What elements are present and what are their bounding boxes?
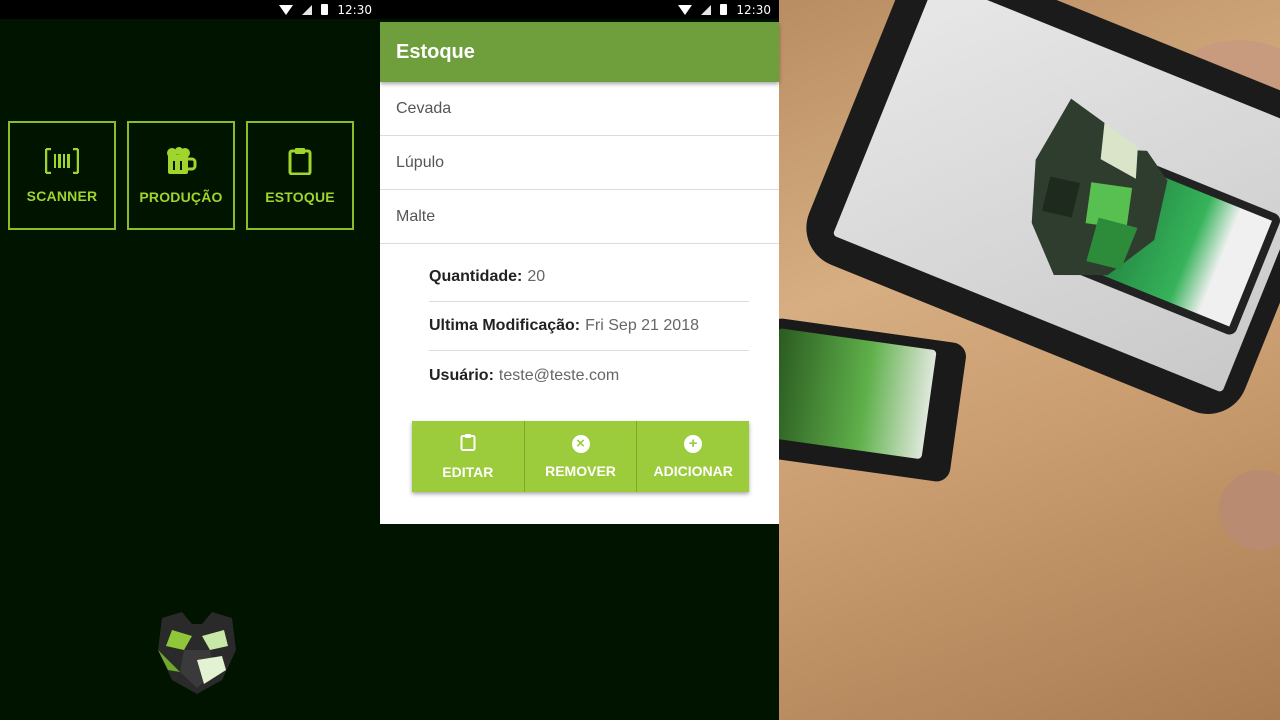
add-circle-icon: + bbox=[684, 434, 703, 453]
quantity-label: Quantidade: bbox=[429, 268, 523, 285]
quantity-row: Quantidade: 20 bbox=[429, 253, 749, 302]
modified-value: Fri Sep 21 2018 bbox=[585, 317, 699, 334]
stock-label: ESTOQUE bbox=[265, 188, 335, 205]
wolf-logo bbox=[158, 612, 236, 694]
scanner-label: SCANNER bbox=[26, 187, 98, 204]
remove-button[interactable]: × REMOVER bbox=[524, 421, 638, 492]
stock-list-sheet: Cevada Lúpulo Malte Quantidade: 20 Ultim… bbox=[380, 82, 779, 524]
list-item-cevada[interactable]: Cevada bbox=[380, 82, 779, 136]
clipboard-icon bbox=[288, 147, 312, 175]
home-screen: 12:30 SCANNER PRODUÇÃO ESTOQUE bbox=[0, 0, 380, 720]
edit-label: EDITAR bbox=[442, 464, 494, 480]
close-circle-icon: × bbox=[571, 434, 590, 453]
barcode-icon bbox=[45, 147, 79, 174]
action-bar: EDITAR × REMOVER + ADICIONAR bbox=[412, 421, 750, 492]
beer-mug-icon bbox=[165, 146, 197, 175]
quantity-value: 20 bbox=[527, 268, 546, 285]
edit-button[interactable]: EDITAR bbox=[412, 421, 525, 492]
status-bar: 12:30 bbox=[380, 0, 779, 19]
add-button[interactable]: + ADICIONAR bbox=[637, 421, 750, 492]
background-phone-screen bbox=[779, 328, 937, 460]
stock-screen: 12:30 Estoque Cevada Lúpulo Malte Quanti… bbox=[380, 0, 779, 720]
production-button[interactable]: PRODUÇÃO bbox=[127, 121, 235, 230]
item-details: Quantidade: 20 Ultima Modificação: Fri S… bbox=[429, 253, 749, 400]
list-item-lupulo[interactable]: Lúpulo bbox=[380, 136, 779, 190]
wifi-icon bbox=[279, 4, 294, 15]
status-bar: 12:30 bbox=[0, 0, 380, 19]
signal-icon bbox=[701, 4, 712, 15]
user-row: Usuário: teste@teste.com bbox=[429, 351, 749, 400]
scanner-button[interactable]: SCANNER bbox=[8, 121, 116, 230]
production-label: PRODUÇÃO bbox=[139, 188, 223, 205]
thumb bbox=[1219, 470, 1280, 550]
status-time: 12:30 bbox=[736, 2, 771, 17]
modified-label: Ultima Modificação: bbox=[429, 317, 581, 334]
status-time: 12:30 bbox=[337, 2, 372, 17]
remove-label: REMOVER bbox=[545, 462, 616, 479]
background-phone bbox=[779, 316, 968, 484]
signal-icon bbox=[302, 4, 313, 15]
wifi-icon bbox=[678, 4, 693, 15]
modified-row: Ultima Modificação: Fri Sep 21 2018 bbox=[429, 302, 749, 351]
stock-button[interactable]: ESTOQUE bbox=[246, 121, 354, 230]
user-label: Usuário: bbox=[429, 366, 494, 384]
ar-photo bbox=[779, 0, 1280, 720]
clipboard-icon bbox=[460, 433, 476, 454]
battery-icon bbox=[321, 4, 329, 15]
user-value: teste@teste.com bbox=[498, 366, 620, 384]
app-bar-title: Estoque bbox=[380, 22, 779, 82]
list-item-malte[interactable]: Malte bbox=[380, 190, 779, 244]
add-label: ADICIONAR bbox=[653, 462, 733, 479]
battery-icon bbox=[720, 4, 728, 15]
